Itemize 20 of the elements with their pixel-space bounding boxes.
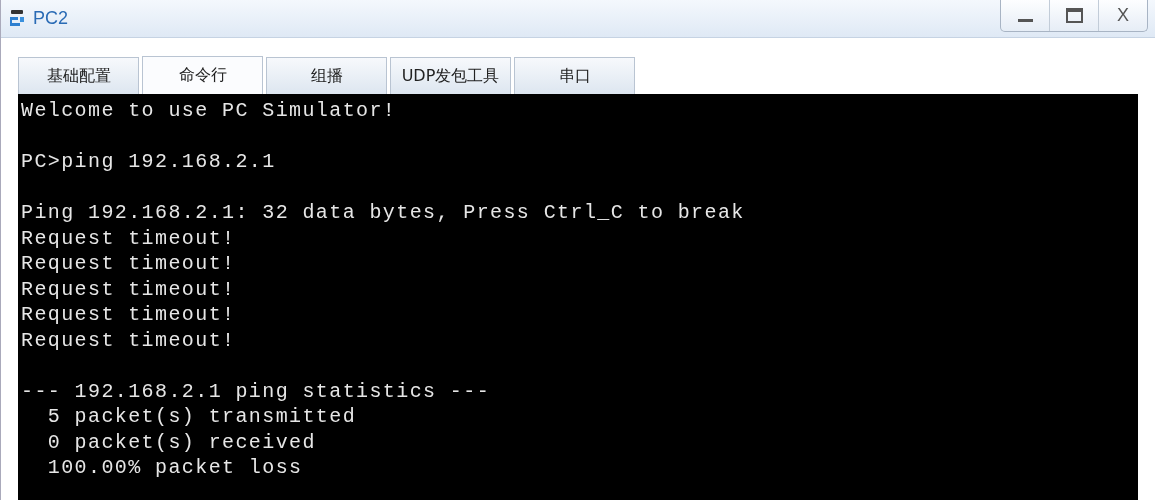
terminal-line: Request timeout!: [21, 251, 237, 277]
app-icon: [7, 8, 27, 29]
terminal-line: 0 packet(s) received: [46, 429, 317, 455]
terminal-line: Request timeout!: [21, 302, 237, 328]
tab[interactable]: 基础配置: [18, 57, 139, 94]
terminal-console[interactable]: [18, 94, 1138, 500]
terminal-line: Request timeout!: [21, 225, 237, 251]
terminal-line: 5 packet(s) transmitted: [46, 404, 358, 430]
tab[interactable]: 串口: [514, 57, 635, 94]
terminal-line: 100.00% packet loss: [46, 455, 304, 481]
window-title: PC2: [33, 8, 68, 29]
terminal-line: Request timeout!: [21, 276, 237, 302]
tab[interactable]: 组播: [266, 57, 387, 94]
tab[interactable]: UDP发包工具: [390, 57, 511, 94]
terminal-line: PC>ping 192.168.2.1: [21, 149, 277, 175]
terminal-line: Welcome to use PC Simulator!: [21, 98, 398, 124]
tab[interactable]: 命令行: [142, 56, 263, 94]
terminal-line: --- 192.168.2.1 ping statistics ---: [21, 378, 492, 404]
terminal-line: Request timeout!: [21, 327, 237, 353]
terminal-line: Ping 192.168.2.1: 32 data bytes, Press Ctrl_C to break: [21, 200, 746, 226]
